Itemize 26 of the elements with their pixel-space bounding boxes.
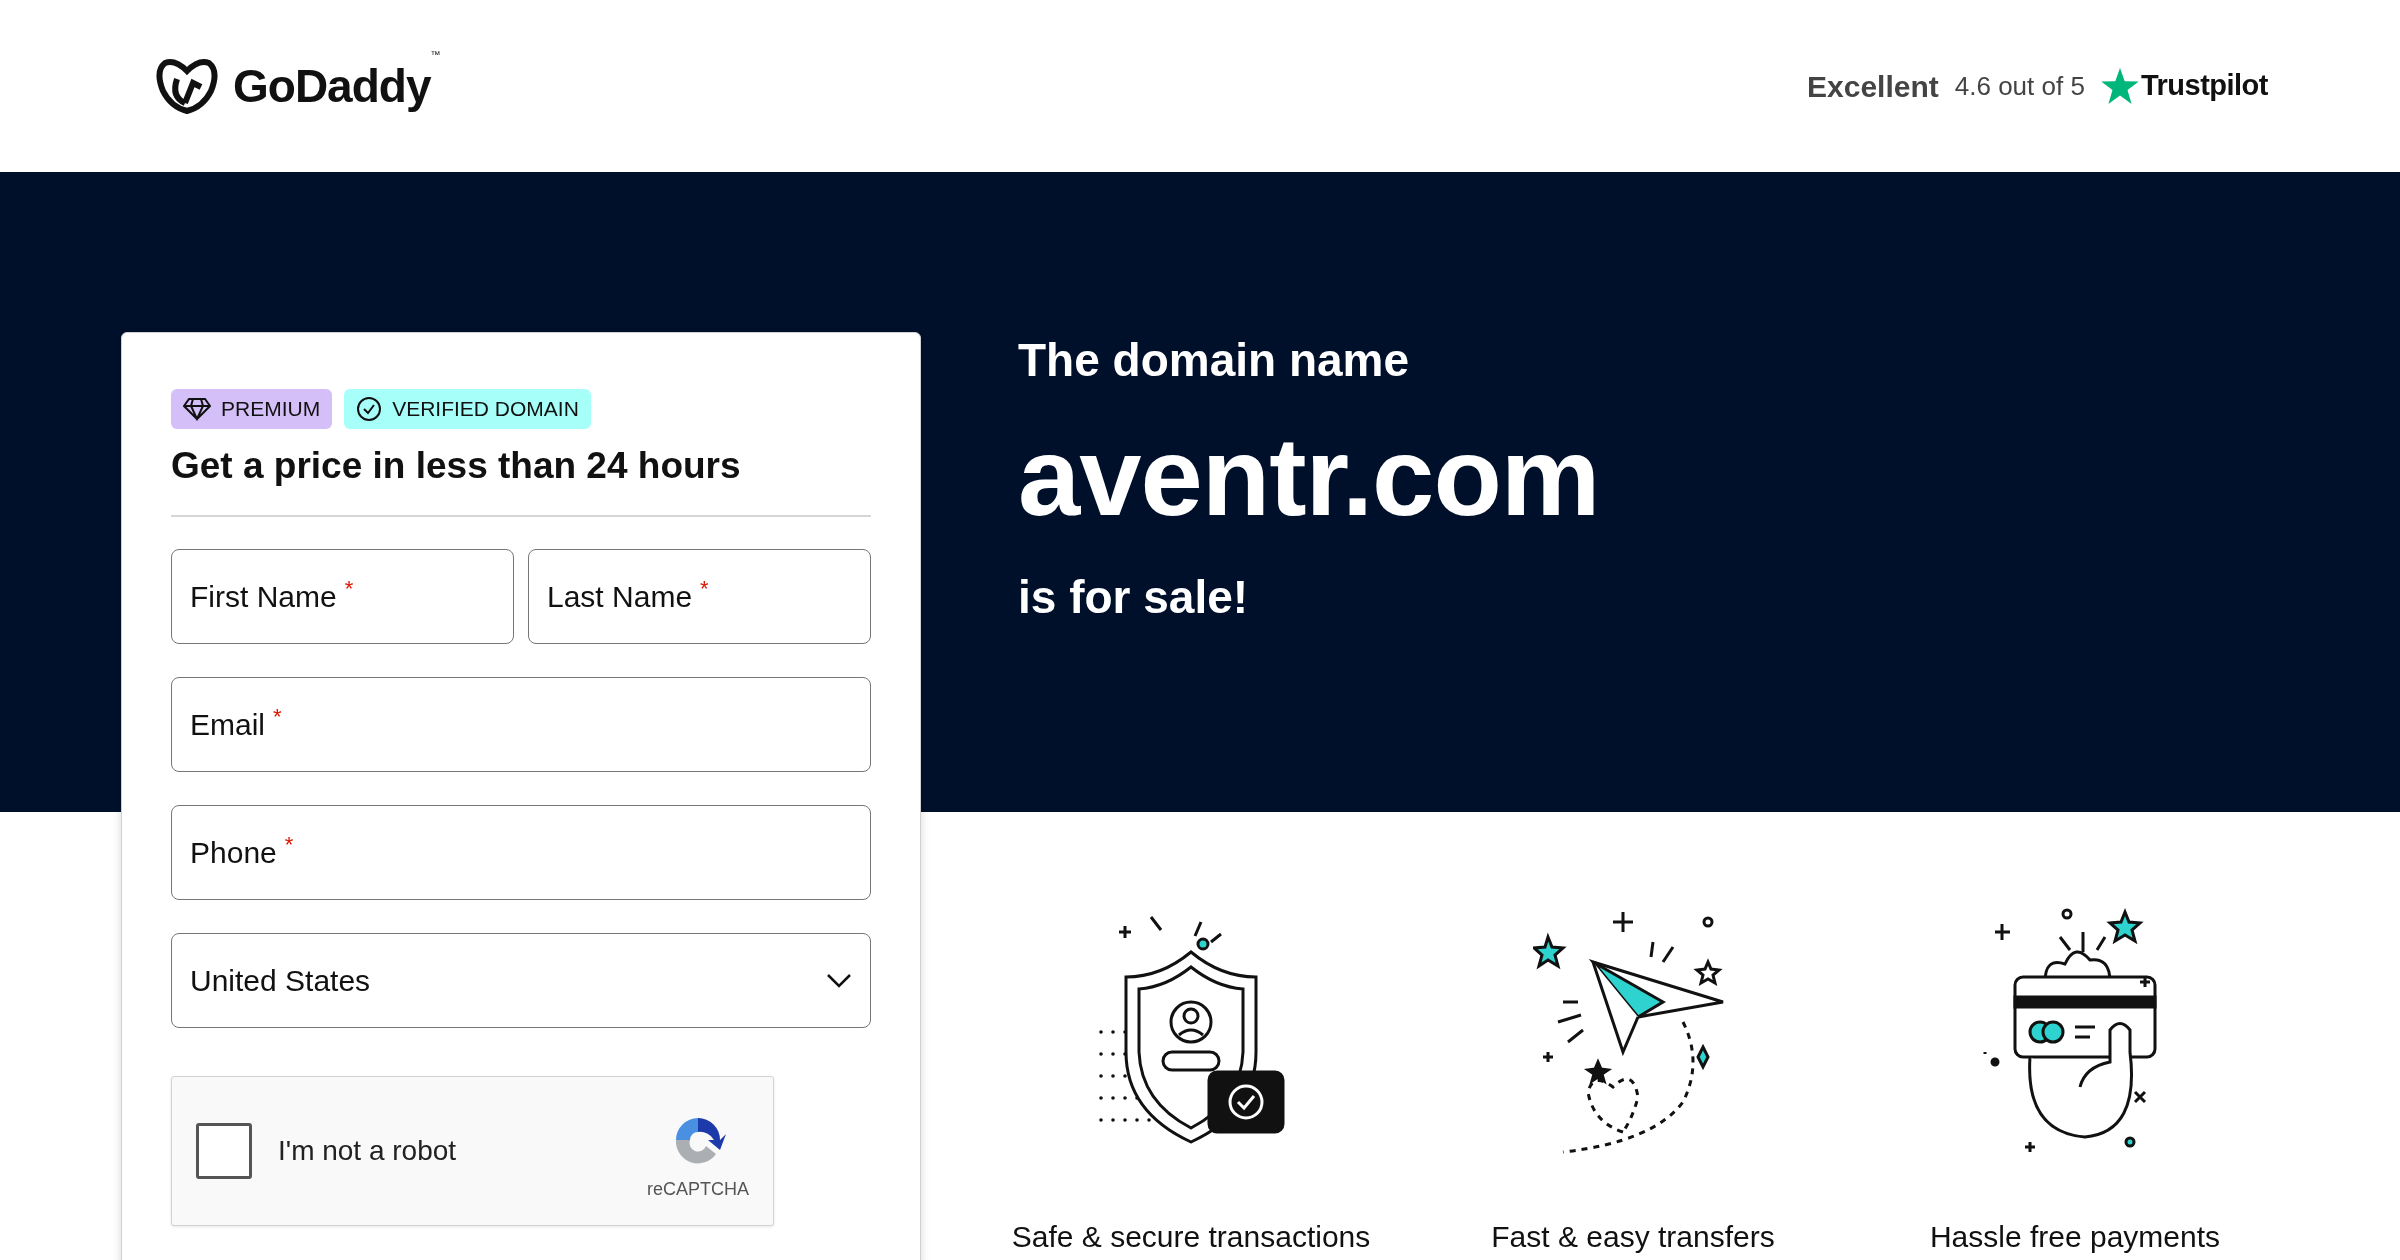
rating-label: Excellent: [1807, 68, 1939, 105]
feature-label: Safe & secure transactions: [1011, 1219, 1371, 1255]
hero-outro: is for sale!: [1018, 570, 1250, 625]
input-field[interactable]: Phone *: [171, 805, 871, 901]
badge: VERIFIED DOMAIN: [344, 389, 591, 429]
captcha-checkbox[interactable]: [196, 1123, 252, 1180]
captcha-label: I'm not a robot: [278, 1134, 458, 1169]
diamond-icon: [183, 397, 211, 421]
feature-label: Hassle free payments: [1929, 1219, 2221, 1255]
rating-score: 4.6 out of 5: [1954, 69, 2085, 103]
input-field[interactable]: Last Name *: [528, 549, 871, 645]
input-field[interactable]: Email *: [171, 677, 871, 773]
check-circle-icon: [356, 396, 383, 422]
star-icon: [2100, 68, 2139, 104]
domain-name: aventr.com: [1018, 421, 1601, 533]
trustpilot-name: Trustpilot: [2140, 68, 2268, 104]
form-title: Get a price in less than 24 hours: [171, 444, 742, 488]
recaptcha-brand: reCAPTCHA: [647, 1177, 749, 1201]
feature-label: Fast & easy transfers: [1491, 1219, 1775, 1255]
country-select[interactable]: United States: [171, 933, 871, 1029]
logo-icon: [155, 57, 219, 115]
trademark-mark: ™: [430, 48, 441, 62]
input-field[interactable]: First Name *: [171, 549, 514, 645]
chevron-down-icon: [826, 972, 852, 989]
hero-intro: The domain name: [1018, 333, 1411, 388]
badge: PREMIUM: [171, 389, 333, 429]
